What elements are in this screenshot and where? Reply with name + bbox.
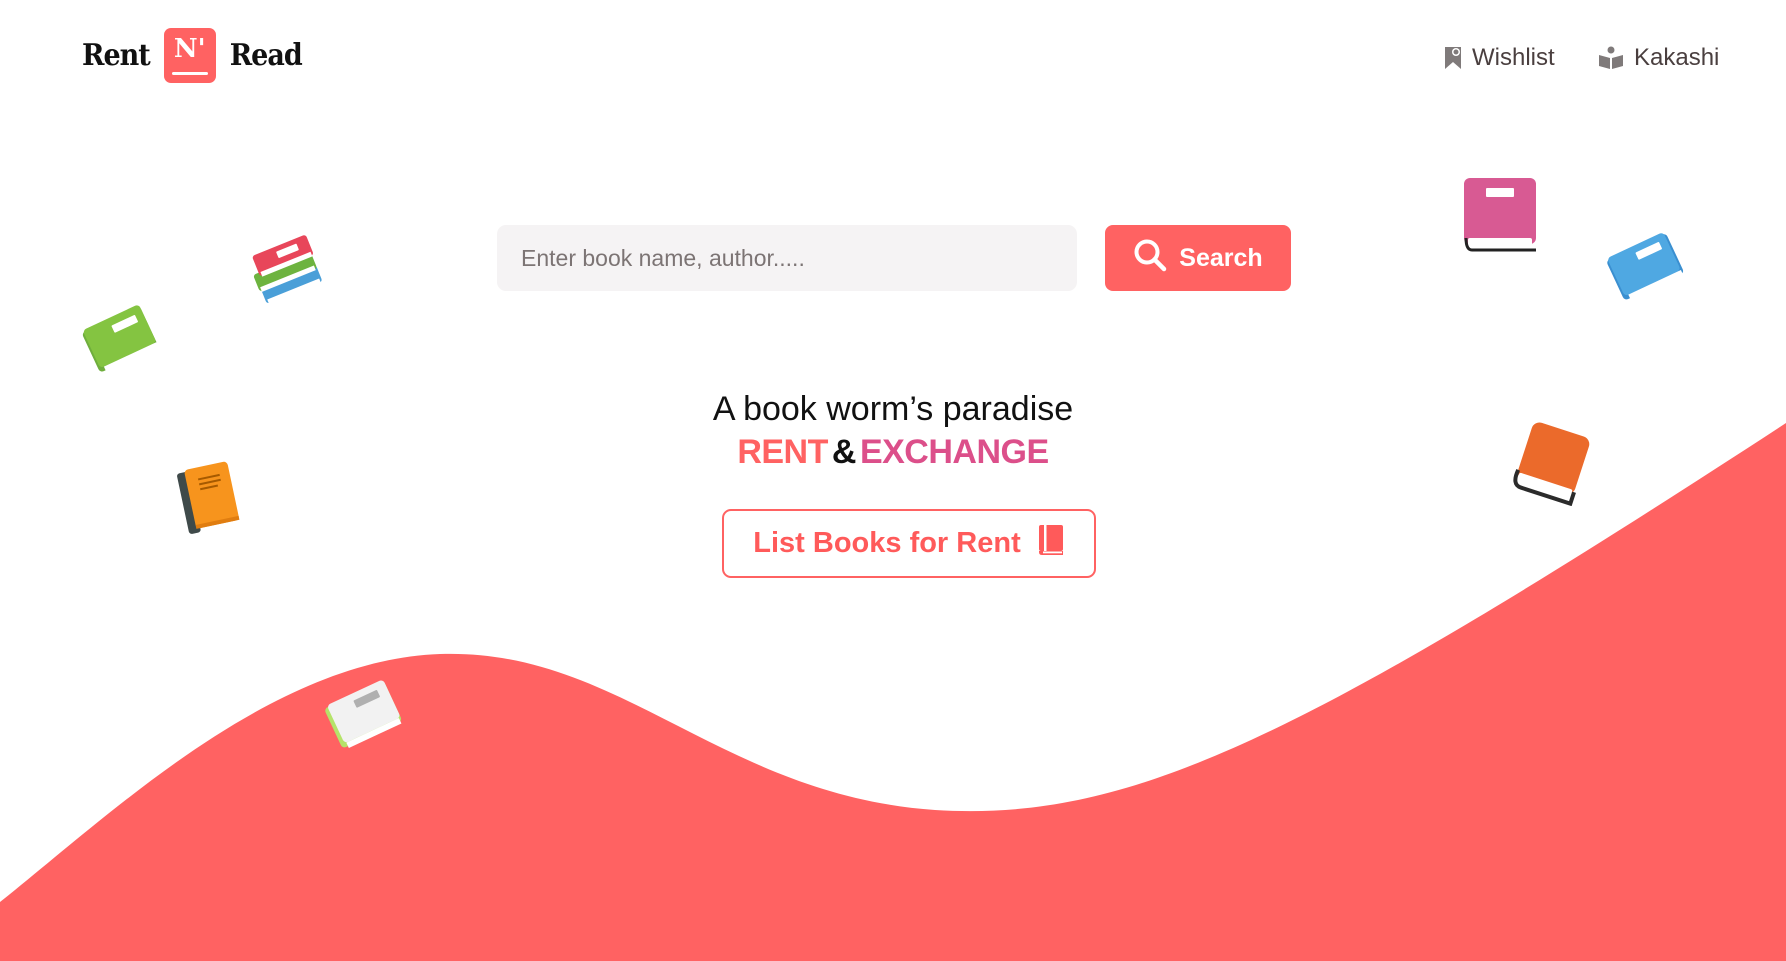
magnifier-icon: [1133, 238, 1167, 279]
search-bar: Search: [497, 225, 1291, 291]
wishlist-label: Wishlist: [1472, 44, 1555, 71]
hero-headline: RENT & EXCHANGE: [0, 430, 1786, 474]
book-icon: [1037, 524, 1065, 564]
pink-book-icon: [1464, 178, 1536, 252]
headline-rent: RENT: [737, 433, 828, 471]
headline-exchange: EXCHANGE: [859, 433, 1049, 471]
list-books-label: List Books for Rent: [753, 527, 1021, 559]
brand-mark: N': [163, 28, 216, 83]
headline-amp: &: [831, 433, 857, 471]
navbar: Rent N' Read Wishlist Kakashi: [0, 0, 1786, 120]
search-button-label: Search: [1179, 243, 1263, 272]
bookmark-icon: [1444, 46, 1462, 70]
user-menu[interactable]: Kakashi: [1598, 44, 1719, 72]
brand-logo[interactable]: Rent N' Read: [82, 28, 303, 83]
blue-book-icon: [1607, 233, 1684, 301]
light-green-book-icon: [325, 680, 402, 749]
search-button[interactable]: Search: [1105, 225, 1291, 291]
open-book-icon: [1598, 46, 1624, 70]
brand-mark-text: N': [173, 34, 206, 64]
hero-section: A book worm’s paradise RENT & EXCHANGE: [0, 388, 1786, 474]
green-book-icon: [82, 305, 160, 373]
search-input[interactable]: [497, 225, 1077, 291]
user-name: Kakashi: [1634, 44, 1720, 71]
hero-tagline: A book worm’s paradise: [712, 390, 1074, 428]
books-stack-icon: [252, 235, 322, 305]
brand-word-read: Read: [229, 38, 303, 73]
wishlist-link[interactable]: Wishlist: [1444, 44, 1555, 72]
brand-word-rent: Rent: [82, 38, 151, 73]
list-books-button[interactable]: List Books for Rent: [722, 509, 1096, 578]
